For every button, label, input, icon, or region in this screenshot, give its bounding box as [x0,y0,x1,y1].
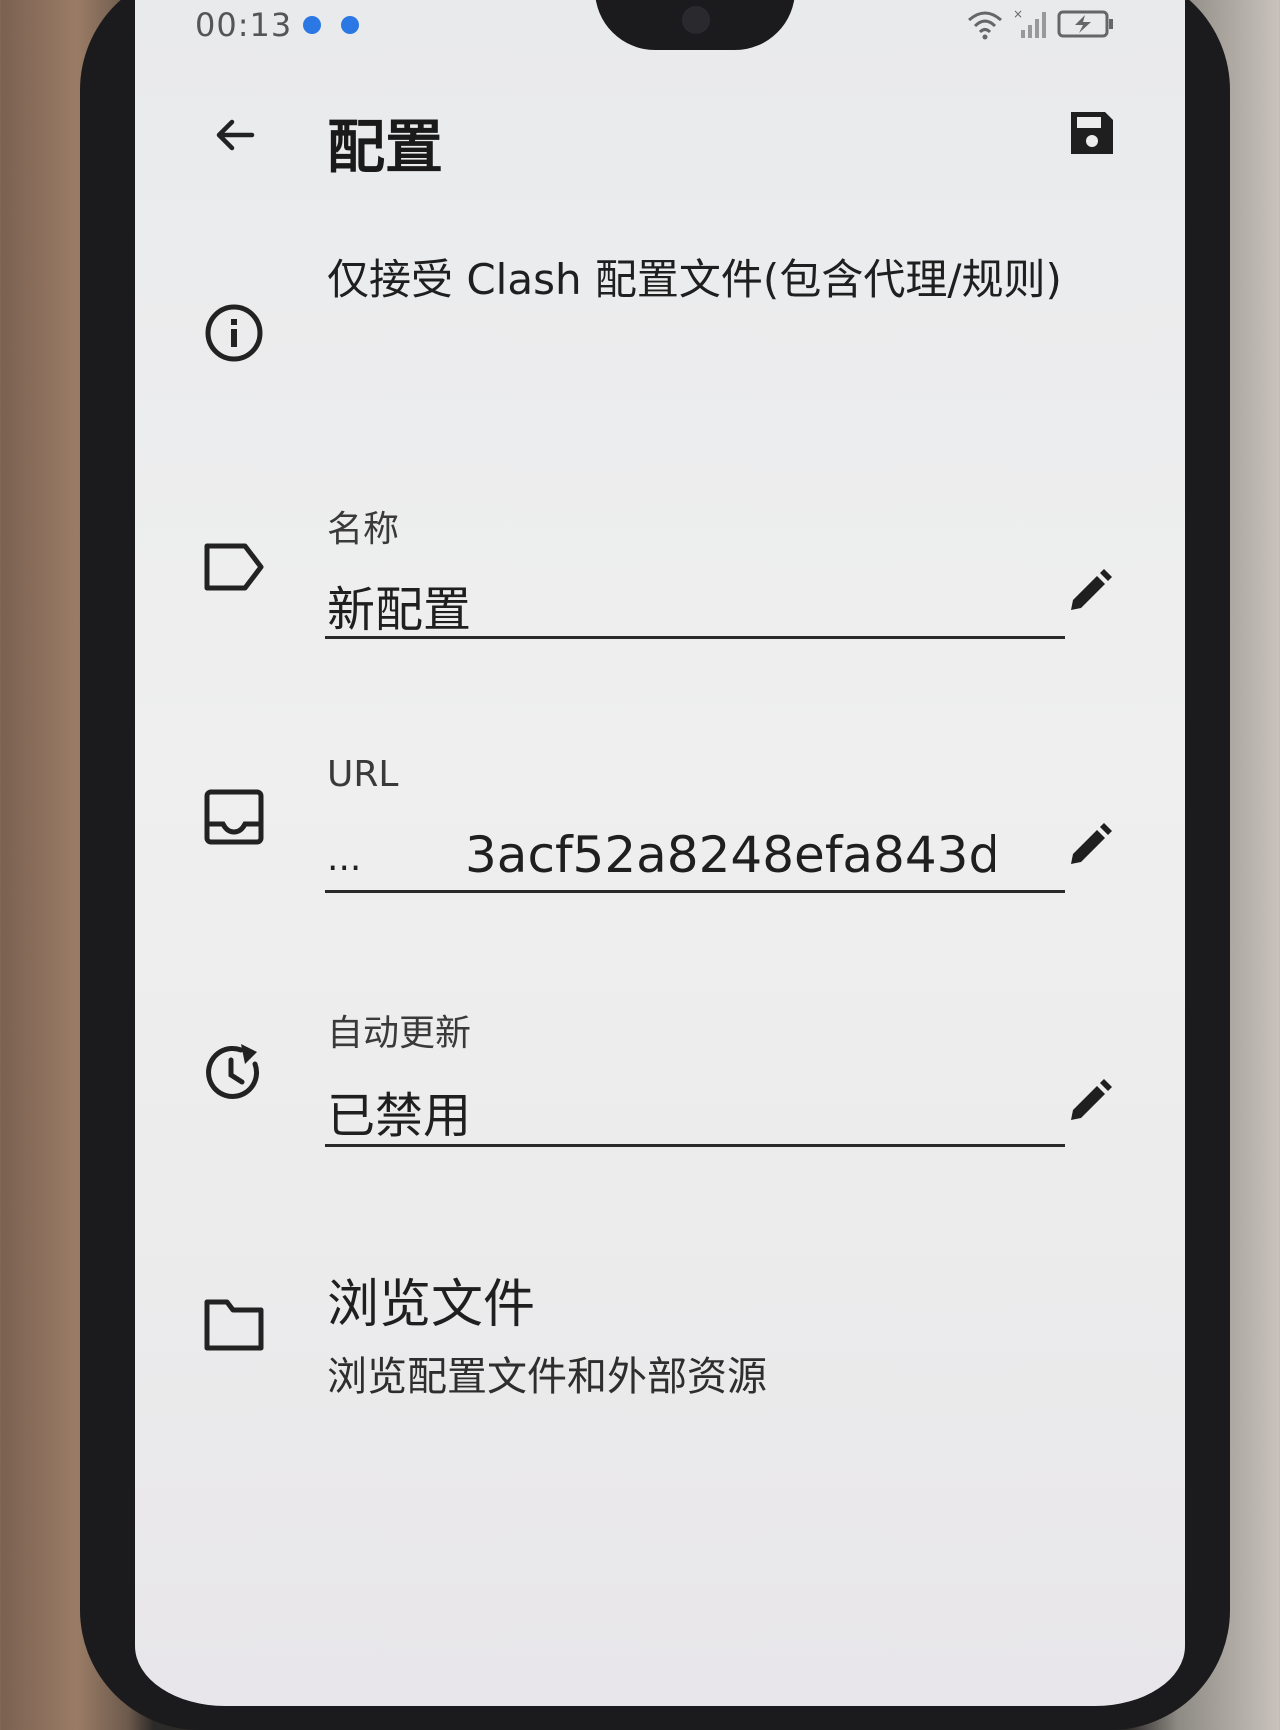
browse-files-title[interactable]: 浏览文件 [327,1262,535,1337]
pencil-edit-icon[interactable] [1065,822,1113,870]
page-title: 配置 [327,113,444,181]
info-text: 仅接受 Clash 配置文件(包含代理/规则) [327,255,1062,304]
signal-icon: × [1013,8,1046,38]
front-camera [682,6,710,34]
name-field-underline [325,636,1065,639]
notification-dot [303,16,321,34]
tag-icon [204,543,264,591]
arrow-left-icon[interactable] [210,110,260,160]
info-circle-icon [205,304,263,362]
auto-update-field-value[interactable]: 已禁用 [327,1076,947,1146]
status-icons: × [965,6,1115,42]
pencil-edit-icon[interactable] [1065,568,1113,616]
auto-update-field-label: 自动更新 [327,1013,472,1054]
name-field-label: 名称 [327,509,400,550]
status-time: 00:13 [195,6,293,44]
svg-text:×: × [1013,8,1023,21]
wifi-icon [968,11,1002,40]
folder-icon[interactable] [201,1292,267,1358]
app-screen: 00:13 × 配置 仅接受 Clash 配置文件(包含代理/规则) 名称 新配… [135,0,1185,1706]
notification-dot [341,16,359,34]
url-field-underline [325,890,1065,893]
url-field-prefix: ... [327,838,362,879]
name-field-value[interactable]: 新配置 [327,570,947,640]
url-field-label: URL [327,754,399,795]
url-field-value[interactable]: 3acf52a8248efa843dfc [465,826,995,884]
auto-update-field-underline [325,1144,1065,1147]
inbox-icon [204,789,264,845]
pencil-edit-icon[interactable] [1065,1078,1113,1126]
browse-files-subtitle: 浏览配置文件和外部资源 [327,1354,767,1400]
battery-charging-icon [1057,10,1113,38]
history-update-icon [206,1044,260,1099]
camera-notch [595,0,795,50]
floppy-disk-icon[interactable] [1067,108,1117,158]
